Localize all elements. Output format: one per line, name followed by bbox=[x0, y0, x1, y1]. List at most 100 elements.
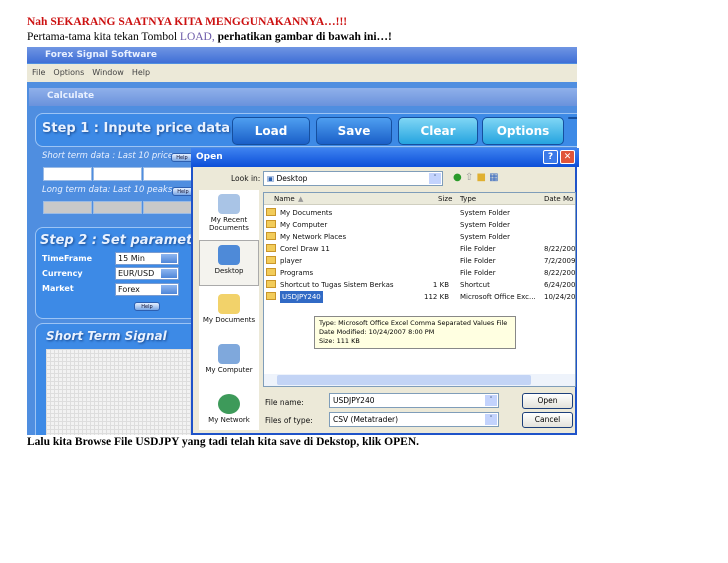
file-row[interactable]: USDJPY240 112 KB Microsoft Office Exc...… bbox=[264, 291, 575, 303]
column-size[interactable]: Size bbox=[438, 193, 452, 205]
file-name: My Network Places bbox=[280, 233, 347, 241]
new-folder-icon[interactable]: ■ bbox=[477, 172, 486, 183]
file-size: 1 KB bbox=[432, 281, 449, 289]
file-row[interactable]: My Documents System Folder bbox=[264, 207, 575, 219]
market-value: Forex bbox=[118, 285, 140, 294]
file-row[interactable]: Corel Draw 11 File Folder 8/22/200 bbox=[264, 243, 575, 255]
menu-options[interactable]: Options bbox=[53, 68, 84, 77]
place-label: My Network bbox=[208, 416, 250, 424]
intro-text: Pertama-tama kita tekan Tombol bbox=[27, 31, 180, 43]
market-select[interactable]: Forex bbox=[115, 283, 179, 296]
file-type: File Folder bbox=[460, 245, 496, 253]
currency-value: EUR/USD bbox=[118, 269, 155, 278]
up-folder-icon[interactable]: ⇧ bbox=[465, 172, 473, 183]
short-term-label: Short term data : Last 10 prices bbox=[42, 151, 178, 161]
recent-documents-icon bbox=[218, 194, 240, 214]
app-titlebar: Forex Signal Software bbox=[27, 47, 577, 63]
my-computer-icon bbox=[218, 344, 240, 364]
my-documents-icon bbox=[218, 294, 240, 314]
place-desktop[interactable]: Desktop bbox=[199, 240, 259, 286]
help-icon[interactable]: ? bbox=[543, 150, 558, 164]
back-icon[interactable]: ● bbox=[453, 172, 462, 183]
file-list-header: Name ▲ Size Type Date Mo bbox=[264, 193, 575, 205]
signal-panel: Short Term Signal bbox=[35, 323, 216, 435]
dialog-titlebar: Open ? ✕ bbox=[191, 148, 579, 167]
doc-caption: Lalu kita Browse File USDJPY yang tadi t… bbox=[27, 436, 419, 448]
intro-load: LOAD, bbox=[179, 31, 215, 43]
long-term-label: Long term data: Last 10 peaks bbox=[42, 185, 173, 195]
horizontal-scrollbar[interactable] bbox=[264, 374, 575, 386]
menu-file[interactable]: File bbox=[32, 68, 45, 77]
price-input[interactable] bbox=[143, 167, 192, 181]
open-dialog: Open ? ✕ Look in: ▣ Desktop ˅ ● ⇧ ■ ▦ My … bbox=[191, 148, 579, 435]
column-type[interactable]: Type bbox=[460, 193, 476, 205]
signal-title: Short Term Signal bbox=[46, 329, 167, 343]
clear-button[interactable]: Clear bbox=[398, 117, 478, 145]
look-in-value: Desktop bbox=[276, 174, 308, 183]
chevron-down-icon: ˅ bbox=[485, 395, 497, 406]
save-button[interactable]: Save bbox=[316, 117, 392, 145]
desktop-icon bbox=[218, 245, 240, 265]
file-row[interactable]: Shortcut to Tugas Sistem Berkas 1 KB Sho… bbox=[264, 279, 575, 291]
file-name-label: File name: bbox=[265, 398, 304, 407]
file-type: System Folder bbox=[460, 233, 510, 241]
market-label: Market bbox=[42, 284, 74, 293]
file-name: Shortcut to Tugas Sistem Berkas bbox=[280, 281, 394, 289]
file-name: player bbox=[280, 257, 303, 265]
my-network-icon bbox=[218, 394, 240, 414]
params-help-button[interactable]: Help bbox=[134, 302, 160, 311]
file-name: Corel Draw 11 bbox=[280, 245, 330, 253]
timeframe-label: TimeFrame bbox=[42, 254, 93, 263]
step1-title: Step 1 : Inpute price data bbox=[42, 121, 231, 136]
price-input[interactable] bbox=[93, 167, 142, 181]
view-menu-icon[interactable]: ▦ bbox=[489, 172, 498, 183]
menu-window[interactable]: Window bbox=[92, 68, 124, 77]
tooltip-date: Date Modified: 10/24/2007 8:00 PM bbox=[319, 328, 435, 336]
place-my-network[interactable]: My Network bbox=[199, 394, 259, 424]
timeframe-select[interactable]: 15 Min bbox=[115, 252, 179, 265]
place-recent[interactable]: My Recent Documents bbox=[199, 194, 259, 232]
place-label: Desktop bbox=[214, 267, 244, 275]
load-button[interactable]: Load bbox=[232, 117, 310, 145]
file-row[interactable]: My Network Places System Folder bbox=[264, 231, 575, 243]
open-button[interactable]: Open bbox=[522, 393, 573, 409]
doc-intro: Pertama-tama kita tekan Tombol LOAD, per… bbox=[27, 31, 392, 43]
file-icon bbox=[264, 207, 279, 219]
price-input[interactable] bbox=[43, 167, 92, 181]
more-button[interactable] bbox=[568, 117, 577, 119]
file-type: System Folder bbox=[460, 221, 510, 229]
file-type-value: CSV (Metatrader) bbox=[333, 415, 399, 424]
app-menubar: File Options Window Help bbox=[27, 64, 577, 82]
file-icon bbox=[264, 291, 279, 303]
file-row[interactable]: Programs File Folder 8/22/200 bbox=[264, 267, 575, 279]
place-label: My Recent Documents bbox=[209, 216, 249, 232]
file-icon bbox=[264, 231, 279, 243]
column-date[interactable]: Date Mo bbox=[544, 193, 573, 205]
file-row[interactable]: player File Folder 7/2/2009 bbox=[264, 255, 575, 267]
scrollbar-thumb[interactable] bbox=[277, 375, 531, 385]
chevron-down-icon bbox=[161, 285, 177, 294]
file-name-input[interactable]: USDJPY240 ˅ bbox=[329, 393, 499, 408]
chevron-down-icon bbox=[161, 254, 177, 263]
currency-select[interactable]: EUR/USD bbox=[115, 267, 179, 280]
close-icon[interactable]: ✕ bbox=[560, 150, 575, 164]
menu-help[interactable]: Help bbox=[132, 68, 150, 77]
place-my-documents[interactable]: My Documents bbox=[199, 294, 259, 324]
peak-input[interactable] bbox=[93, 201, 142, 214]
short-help-button[interactable]: Help bbox=[171, 153, 193, 162]
file-type-select[interactable]: CSV (Metatrader) ˅ bbox=[329, 412, 499, 427]
look-in-select[interactable]: ▣ Desktop ˅ bbox=[263, 171, 443, 186]
file-date: 6/24/200 bbox=[544, 281, 576, 289]
file-row[interactable]: My Computer System Folder bbox=[264, 219, 575, 231]
place-my-computer[interactable]: My Computer bbox=[199, 344, 259, 374]
dialog-title: Open bbox=[196, 152, 223, 162]
peak-input[interactable] bbox=[43, 201, 92, 214]
file-type: Microsoft Office Exc... bbox=[460, 293, 536, 301]
tooltip-size: Size: 111 KB bbox=[319, 337, 360, 345]
options-button[interactable]: Options bbox=[482, 117, 564, 145]
cancel-button[interactable]: Cancel bbox=[522, 412, 573, 428]
file-type: File Folder bbox=[460, 257, 496, 265]
peak-input[interactable] bbox=[143, 201, 192, 214]
column-name[interactable]: Name bbox=[274, 193, 295, 205]
toolbar-icons: ● ⇧ ■ ▦ bbox=[453, 172, 499, 183]
